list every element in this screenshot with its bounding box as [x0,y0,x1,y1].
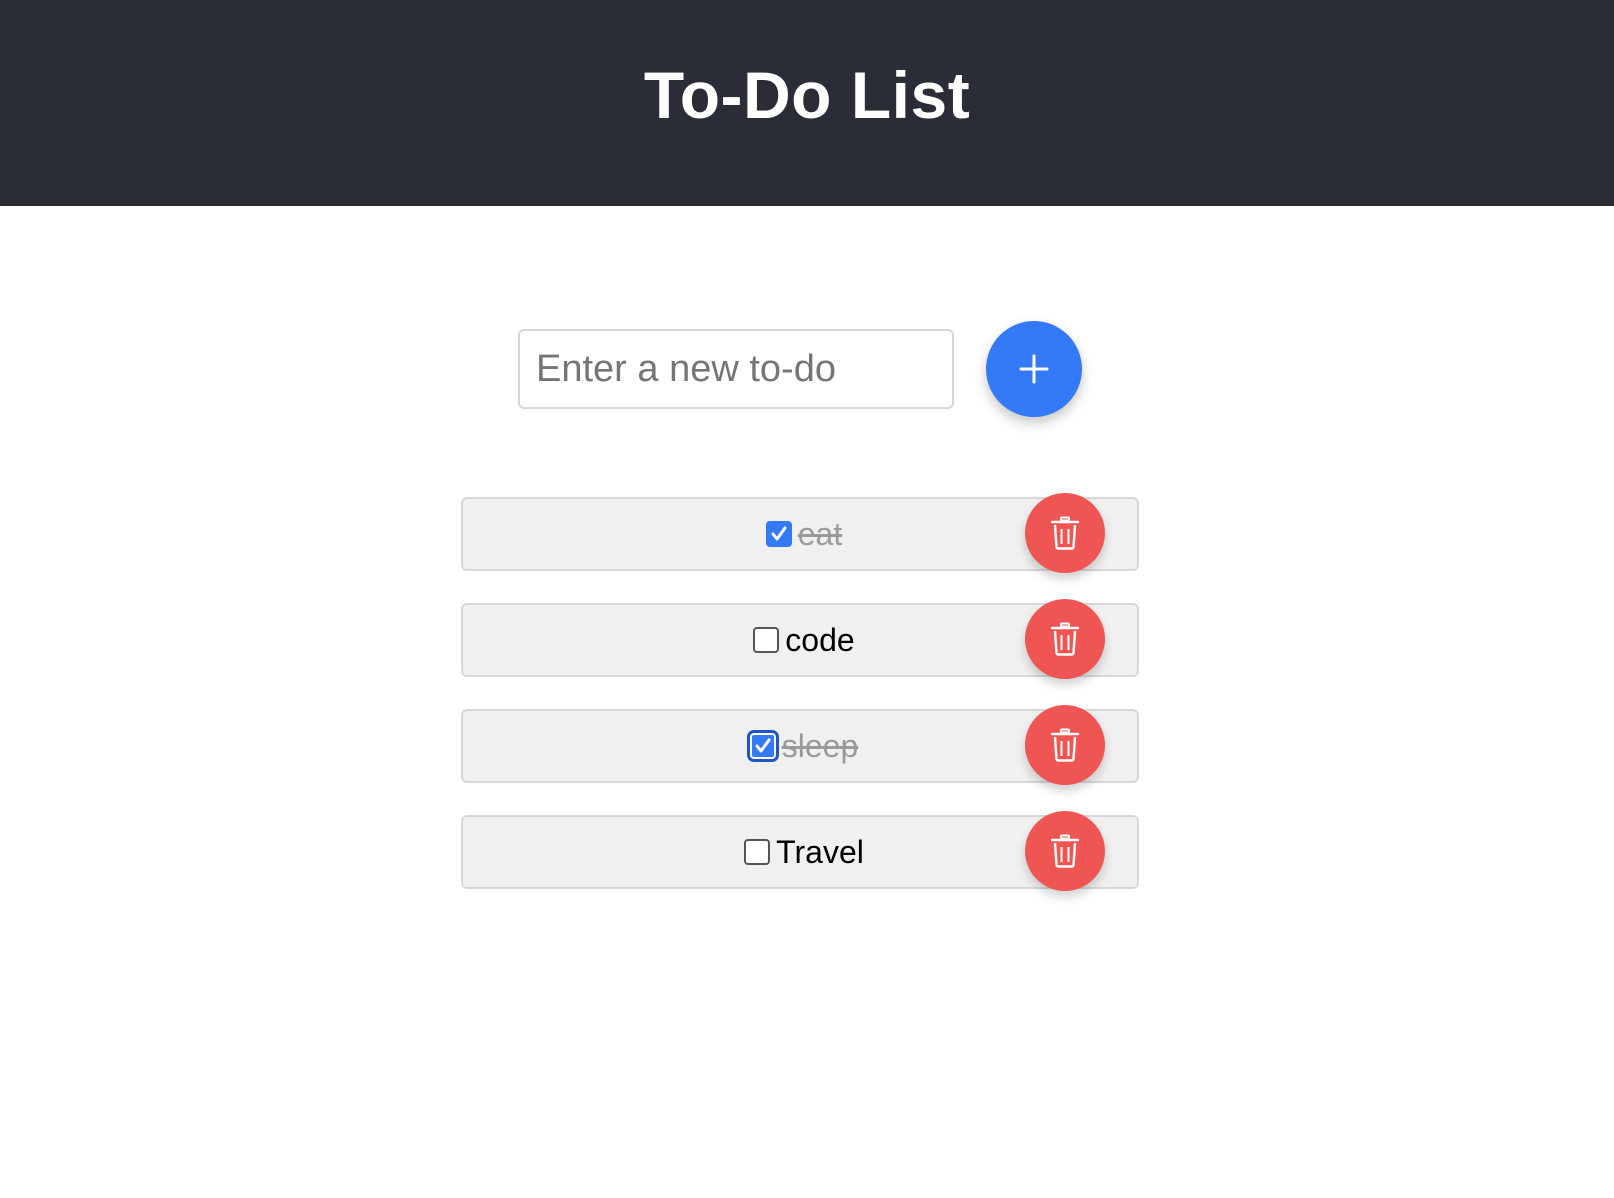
todo-list: eat code sleep Travel [461,493,1139,921]
delete-todo-button[interactable] [1025,599,1105,679]
todo-checkbox[interactable] [765,521,792,547]
delete-todo-button[interactable] [1025,811,1105,891]
app-header: To-Do List [0,0,1614,206]
trash-icon [1050,834,1080,868]
todo-item: Travel [461,811,1139,891]
trash-icon [1050,516,1080,550]
todo-label: sleep [781,727,859,764]
todo-label: Travel [776,833,864,870]
add-todo-button[interactable] [986,321,1082,417]
todo-label: eat [797,515,843,552]
todo-label: code [785,621,855,658]
trash-icon [1050,622,1080,656]
check-icon [755,738,771,753]
todo-checkbox[interactable] [753,627,780,653]
trash-icon [1050,728,1080,762]
new-todo-input[interactable] [518,329,954,409]
todo-checkbox[interactable] [749,733,776,759]
todo-checkbox[interactable] [744,839,771,865]
delete-todo-button[interactable] [1025,493,1105,573]
check-icon [771,526,787,541]
todo-item: code [461,599,1139,679]
todo-item: sleep [461,705,1139,785]
page-title: To-Do List [643,58,971,132]
plus-icon [1019,354,1049,384]
todo-item: eat [461,493,1139,573]
delete-todo-button[interactable] [1025,705,1105,785]
